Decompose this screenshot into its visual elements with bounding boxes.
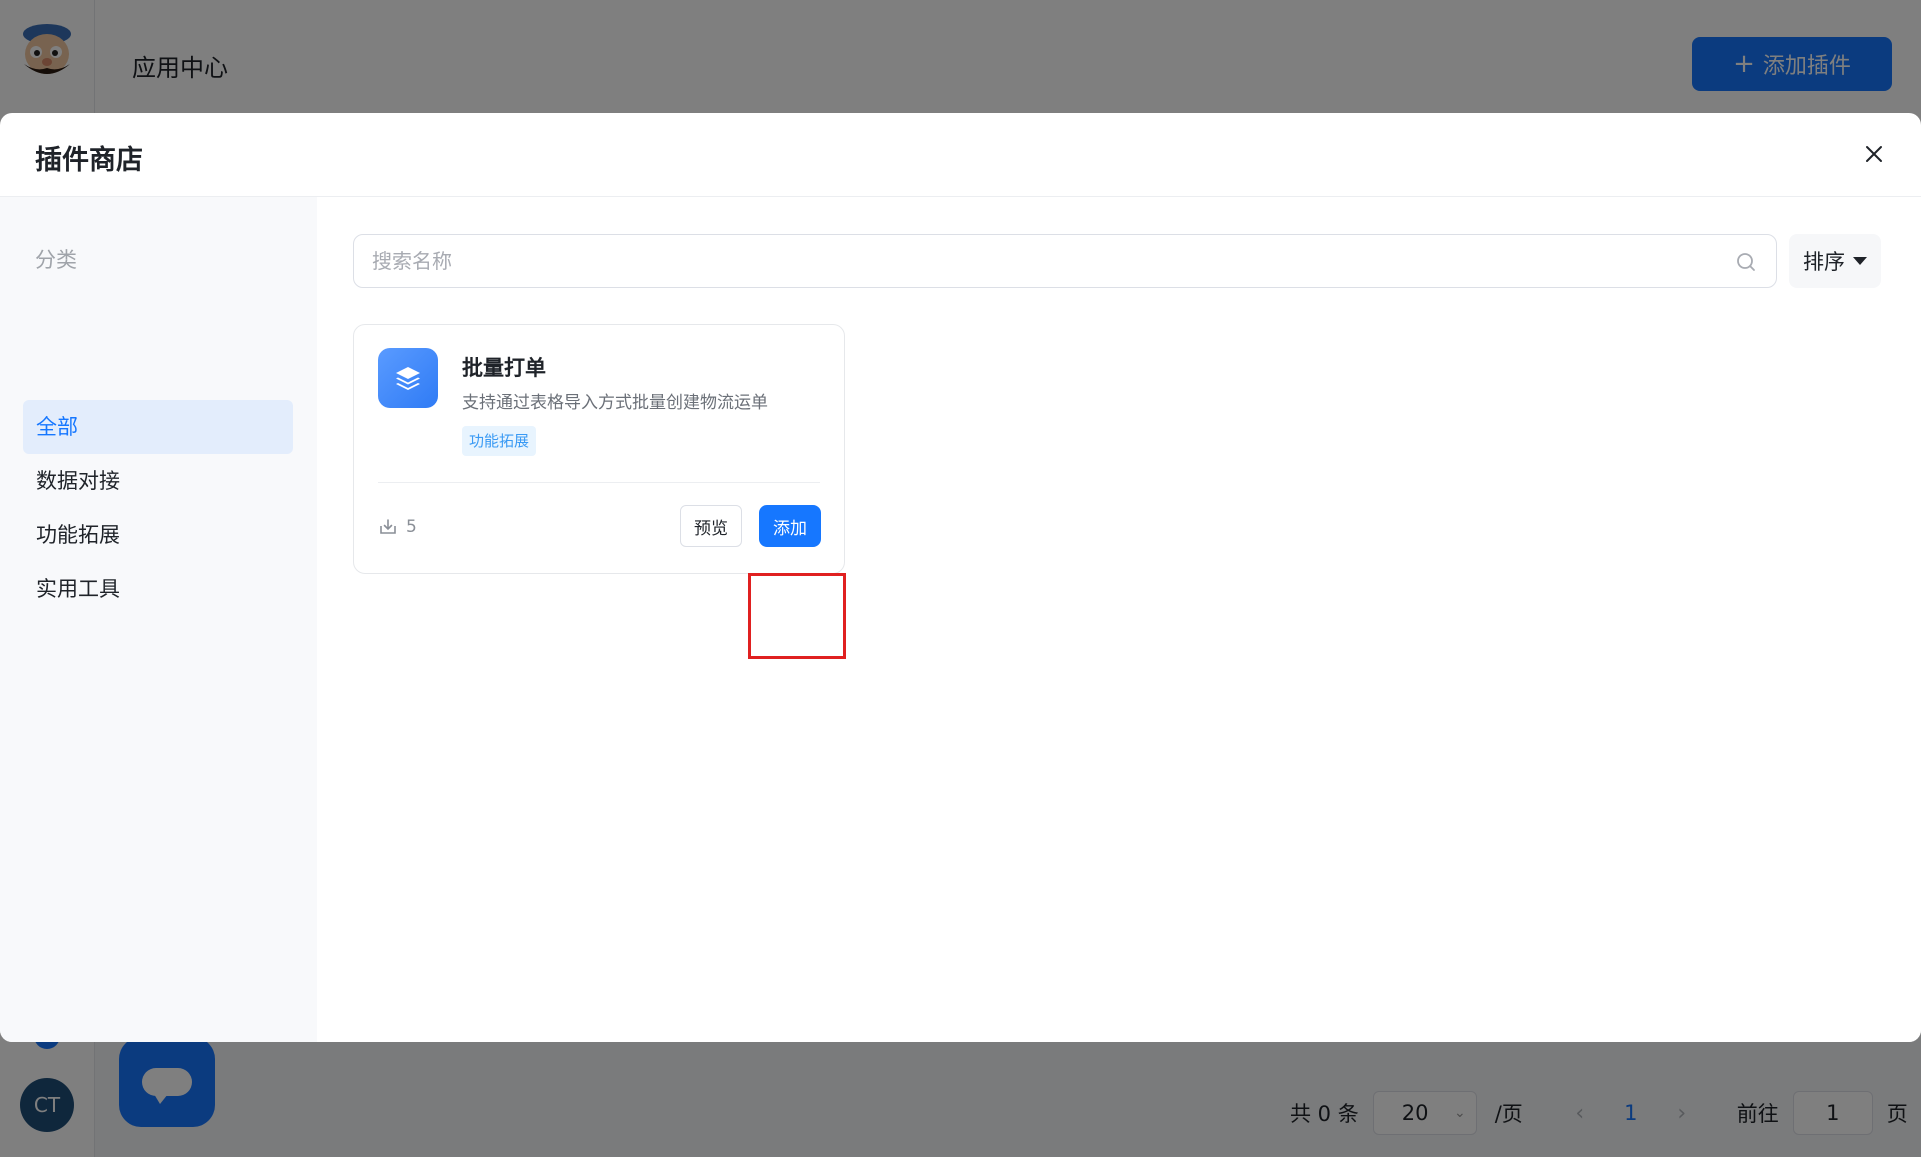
category-heading: 分类 [35, 248, 77, 272]
modal-title: 插件商店 [35, 145, 143, 176]
category-item-all[interactable]: 全部 [23, 400, 293, 454]
add-button[interactable]: 添加 [759, 505, 821, 547]
plugin-name: 批量打单 [462, 356, 546, 380]
caret-down-icon [1853, 257, 1867, 265]
layers-icon [378, 348, 438, 408]
plugin-card[interactable]: 批量打单 支持通过表格导入方式批量创建物流运单 功能拓展 5 预览 添加 [353, 324, 845, 574]
plugin-list-area: 排序 批量打单 支持通过表格导入方式批量创建物流运单 功能拓展 5 [317, 197, 1921, 1042]
close-icon [1866, 146, 1882, 162]
search-box [353, 234, 1777, 288]
search-input[interactable] [354, 235, 1776, 287]
category-list: 全部 数据对接 功能拓展 实用工具 [23, 400, 293, 616]
sort-label: 排序 [1803, 250, 1845, 274]
category-item-utilities[interactable]: 实用工具 [23, 562, 293, 616]
download-count-value: 5 [406, 517, 417, 537]
plugin-tag: 功能拓展 [462, 426, 537, 456]
plugin-store-modal: 插件商店 分类 全部 数据对接 功能拓展 实用工具 排序 [0, 113, 1921, 1042]
highlight-annotation [748, 573, 846, 659]
preview-button[interactable]: 预览 [680, 505, 742, 547]
category-item-feature-extension[interactable]: 功能拓展 [23, 508, 293, 562]
download-icon [380, 519, 396, 534]
modal-header: 插件商店 [0, 113, 1921, 197]
search-icon[interactable] [1734, 250, 1758, 274]
download-count: 5 [378, 517, 417, 537]
sort-dropdown[interactable]: 排序 [1789, 234, 1881, 288]
close-button[interactable] [1857, 137, 1891, 171]
category-sidebar: 分类 [0, 197, 317, 1042]
card-divider [378, 482, 820, 483]
category-item-data-integration[interactable]: 数据对接 [23, 454, 293, 508]
plugin-description: 支持通过表格导入方式批量创建物流运单 [462, 393, 768, 413]
